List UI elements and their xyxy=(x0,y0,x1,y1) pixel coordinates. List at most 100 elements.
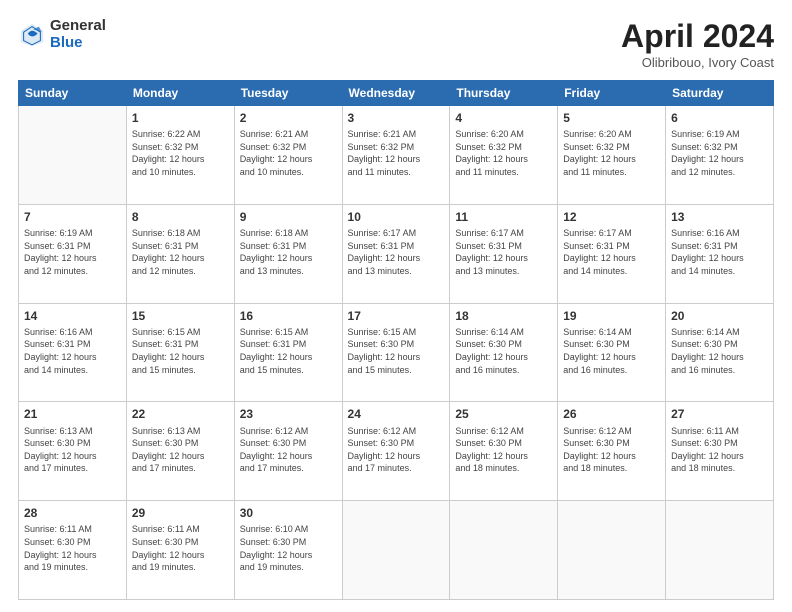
header-wednesday: Wednesday xyxy=(342,81,450,106)
day-info: Sunrise: 6:12 AM Sunset: 6:30 PM Dayligh… xyxy=(455,425,552,475)
calendar-cell-w4-d2: 22 Sunrise: 6:13 AM Sunset: 6:30 PM Dayli… xyxy=(126,402,234,501)
calendar-cell-w3-d2: 15 Sunrise: 6:15 AM Sunset: 6:31 PM Dayli… xyxy=(126,303,234,402)
calendar-cell-w5-d7 xyxy=(666,501,774,600)
day-info: Sunrise: 6:15 AM Sunset: 6:31 PM Dayligh… xyxy=(132,326,229,376)
calendar-cell-w1-d2: 1 Sunrise: 6:22 AM Sunset: 6:32 PM Daylig… xyxy=(126,106,234,205)
calendar-cell-w2-d1: 7 Sunrise: 6:19 AM Sunset: 6:31 PM Daylig… xyxy=(19,204,127,303)
calendar-cell-w2-d2: 8 Sunrise: 6:18 AM Sunset: 6:31 PM Daylig… xyxy=(126,204,234,303)
calendar-cell-w4-d5: 25 Sunrise: 6:12 AM Sunset: 6:30 PM Dayli… xyxy=(450,402,558,501)
calendar-cell-w2-d4: 10 Sunrise: 6:17 AM Sunset: 6:31 PM Dayli… xyxy=(342,204,450,303)
calendar-cell-w5-d1: 28 Sunrise: 6:11 AM Sunset: 6:30 PM Dayli… xyxy=(19,501,127,600)
logo-icon xyxy=(18,21,46,49)
day-number: 18 xyxy=(455,308,552,324)
day-info: Sunrise: 6:21 AM Sunset: 6:32 PM Dayligh… xyxy=(348,128,445,178)
day-number: 20 xyxy=(671,308,768,324)
title-month: April 2024 xyxy=(621,18,774,55)
day-info: Sunrise: 6:20 AM Sunset: 6:32 PM Dayligh… xyxy=(563,128,660,178)
day-info: Sunrise: 6:18 AM Sunset: 6:31 PM Dayligh… xyxy=(240,227,337,277)
page: General Blue April 2024 Olibribouo, Ivor… xyxy=(0,0,792,612)
calendar-cell-w1-d4: 3 Sunrise: 6:21 AM Sunset: 6:32 PM Daylig… xyxy=(342,106,450,205)
logo: General Blue xyxy=(18,18,106,51)
day-info: Sunrise: 6:17 AM Sunset: 6:31 PM Dayligh… xyxy=(563,227,660,277)
day-info: Sunrise: 6:10 AM Sunset: 6:30 PM Dayligh… xyxy=(240,523,337,573)
title-location: Olibribouo, Ivory Coast xyxy=(621,55,774,70)
calendar-cell-w2-d5: 11 Sunrise: 6:17 AM Sunset: 6:31 PM Dayli… xyxy=(450,204,558,303)
day-number: 16 xyxy=(240,308,337,324)
day-number: 23 xyxy=(240,406,337,422)
header-sunday: Sunday xyxy=(19,81,127,106)
header-tuesday: Tuesday xyxy=(234,81,342,106)
day-info: Sunrise: 6:22 AM Sunset: 6:32 PM Dayligh… xyxy=(132,128,229,178)
day-info: Sunrise: 6:17 AM Sunset: 6:31 PM Dayligh… xyxy=(455,227,552,277)
header-friday: Friday xyxy=(558,81,666,106)
day-number: 17 xyxy=(348,308,445,324)
day-number: 30 xyxy=(240,505,337,521)
day-number: 3 xyxy=(348,110,445,126)
day-info: Sunrise: 6:11 AM Sunset: 6:30 PM Dayligh… xyxy=(24,523,121,573)
calendar-cell-w4-d1: 21 Sunrise: 6:13 AM Sunset: 6:30 PM Dayli… xyxy=(19,402,127,501)
day-info: Sunrise: 6:18 AM Sunset: 6:31 PM Dayligh… xyxy=(132,227,229,277)
day-number: 4 xyxy=(455,110,552,126)
calendar-cell-w2-d3: 9 Sunrise: 6:18 AM Sunset: 6:31 PM Daylig… xyxy=(234,204,342,303)
day-number: 1 xyxy=(132,110,229,126)
day-number: 26 xyxy=(563,406,660,422)
day-number: 10 xyxy=(348,209,445,225)
calendar-cell-w5-d3: 30 Sunrise: 6:10 AM Sunset: 6:30 PM Dayli… xyxy=(234,501,342,600)
day-number: 7 xyxy=(24,209,121,225)
calendar-cell-w2-d7: 13 Sunrise: 6:16 AM Sunset: 6:31 PM Dayli… xyxy=(666,204,774,303)
day-number: 13 xyxy=(671,209,768,225)
day-number: 27 xyxy=(671,406,768,422)
day-info: Sunrise: 6:21 AM Sunset: 6:32 PM Dayligh… xyxy=(240,128,337,178)
calendar-cell-w4-d3: 23 Sunrise: 6:12 AM Sunset: 6:30 PM Dayli… xyxy=(234,402,342,501)
calendar-cell-w3-d6: 19 Sunrise: 6:14 AM Sunset: 6:30 PM Dayli… xyxy=(558,303,666,402)
calendar-week-5: 28 Sunrise: 6:11 AM Sunset: 6:30 PM Dayli… xyxy=(19,501,774,600)
header-thursday: Thursday xyxy=(450,81,558,106)
title-block: April 2024 Olibribouo, Ivory Coast xyxy=(621,18,774,70)
day-info: Sunrise: 6:16 AM Sunset: 6:31 PM Dayligh… xyxy=(671,227,768,277)
calendar-cell-w1-d7: 6Sunrise: 6:19 AM Sunset: 6:32 PM Daylig… xyxy=(666,106,774,205)
day-info: Sunrise: 6:15 AM Sunset: 6:30 PM Dayligh… xyxy=(348,326,445,376)
calendar-cell-w2-d6: 12Sunrise: 6:17 AM Sunset: 6:31 PM Dayli… xyxy=(558,204,666,303)
day-number: 22 xyxy=(132,406,229,422)
header-saturday: Saturday xyxy=(666,81,774,106)
day-info: Sunrise: 6:20 AM Sunset: 6:32 PM Dayligh… xyxy=(455,128,552,178)
day-info: Sunrise: 6:12 AM Sunset: 6:30 PM Dayligh… xyxy=(563,425,660,475)
day-number: 19 xyxy=(563,308,660,324)
calendar-week-4: 21 Sunrise: 6:13 AM Sunset: 6:30 PM Dayli… xyxy=(19,402,774,501)
day-number: 21 xyxy=(24,406,121,422)
day-number: 15 xyxy=(132,308,229,324)
day-info: Sunrise: 6:11 AM Sunset: 6:30 PM Dayligh… xyxy=(132,523,229,573)
day-info: Sunrise: 6:13 AM Sunset: 6:30 PM Dayligh… xyxy=(24,425,121,475)
day-info: Sunrise: 6:14 AM Sunset: 6:30 PM Dayligh… xyxy=(563,326,660,376)
calendar-cell-w4-d4: 24Sunrise: 6:12 AM Sunset: 6:30 PM Dayli… xyxy=(342,402,450,501)
calendar-week-2: 7 Sunrise: 6:19 AM Sunset: 6:31 PM Daylig… xyxy=(19,204,774,303)
day-info: Sunrise: 6:17 AM Sunset: 6:31 PM Dayligh… xyxy=(348,227,445,277)
calendar-cell-w3-d3: 16 Sunrise: 6:15 AM Sunset: 6:31 PM Dayli… xyxy=(234,303,342,402)
day-number: 8 xyxy=(132,209,229,225)
day-number: 11 xyxy=(455,209,552,225)
header: General Blue April 2024 Olibribouo, Ivor… xyxy=(18,18,774,70)
calendar-cell-w4-d6: 26 Sunrise: 6:12 AM Sunset: 6:30 PM Dayli… xyxy=(558,402,666,501)
day-info: Sunrise: 6:13 AM Sunset: 6:30 PM Dayligh… xyxy=(132,425,229,475)
day-info: Sunrise: 6:15 AM Sunset: 6:31 PM Dayligh… xyxy=(240,326,337,376)
day-number: 28 xyxy=(24,505,121,521)
day-info: Sunrise: 6:14 AM Sunset: 6:30 PM Dayligh… xyxy=(455,326,552,376)
day-number: 2 xyxy=(240,110,337,126)
calendar-week-3: 14Sunrise: 6:16 AM Sunset: 6:31 PM Dayli… xyxy=(19,303,774,402)
calendar-cell-w3-d1: 14Sunrise: 6:16 AM Sunset: 6:31 PM Dayli… xyxy=(19,303,127,402)
day-number: 9 xyxy=(240,209,337,225)
day-info: Sunrise: 6:19 AM Sunset: 6:31 PM Dayligh… xyxy=(24,227,121,277)
calendar-cell-w3-d4: 17 Sunrise: 6:15 AM Sunset: 6:30 PM Dayli… xyxy=(342,303,450,402)
day-number: 25 xyxy=(455,406,552,422)
day-number: 24 xyxy=(348,406,445,422)
calendar-cell-w5-d5 xyxy=(450,501,558,600)
calendar-cell-w5-d4 xyxy=(342,501,450,600)
calendar-header-row: Sunday Monday Tuesday Wednesday Thursday… xyxy=(19,81,774,106)
day-number: 29 xyxy=(132,505,229,521)
day-info: Sunrise: 6:11 AM Sunset: 6:30 PM Dayligh… xyxy=(671,425,768,475)
day-info: Sunrise: 6:12 AM Sunset: 6:30 PM Dayligh… xyxy=(240,425,337,475)
day-info: Sunrise: 6:19 AM Sunset: 6:32 PM Dayligh… xyxy=(671,128,768,178)
calendar-cell-w1-d6: 5Sunrise: 6:20 AM Sunset: 6:32 PM Daylig… xyxy=(558,106,666,205)
calendar-cell-w1-d1 xyxy=(19,106,127,205)
calendar-cell-w1-d5: 4 Sunrise: 6:20 AM Sunset: 6:32 PM Daylig… xyxy=(450,106,558,205)
